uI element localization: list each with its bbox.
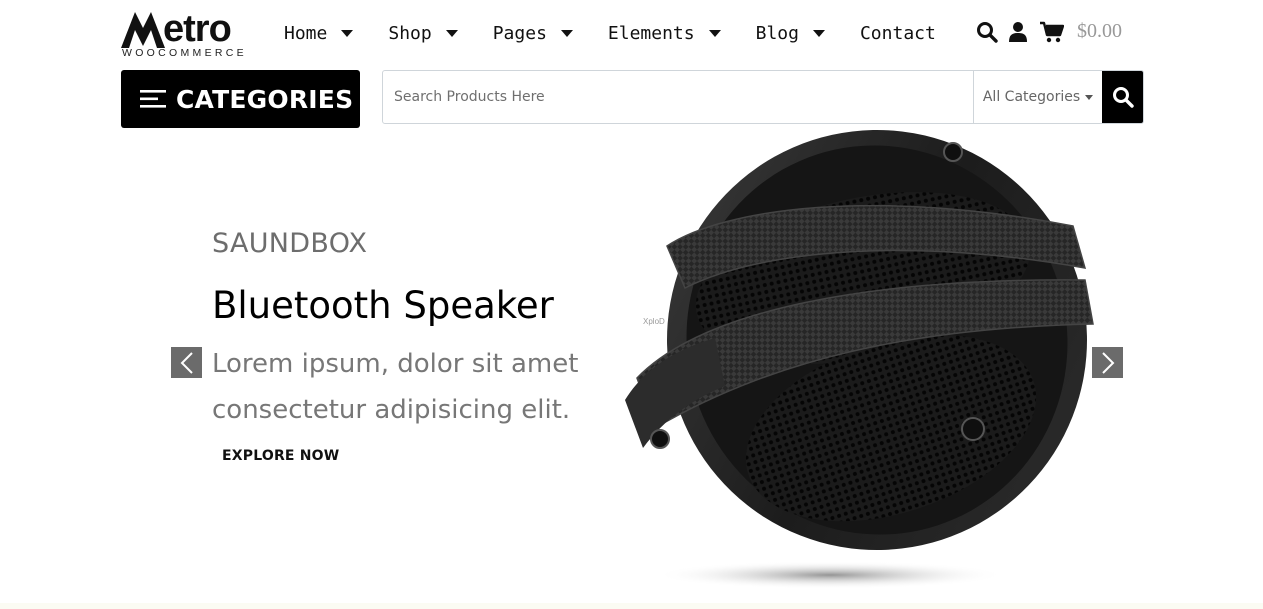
cart-icon[interactable]	[1040, 21, 1064, 43]
search-bar: All Categories	[382, 70, 1144, 124]
logo-text: etro	[163, 8, 232, 50]
slide-description: Lorem ipsum, dolor sit amet consectetur …	[212, 349, 579, 425]
speaker-brand-mark: XploD	[643, 317, 665, 326]
logo-wordmark: etro	[121, 6, 232, 50]
slider-prev-button[interactable]	[171, 347, 202, 378]
caret-down-icon	[708, 29, 721, 37]
caret-down-icon	[445, 29, 458, 37]
nav-item-label: Pages	[492, 22, 547, 44]
nav-item-label: Home	[284, 22, 328, 44]
nav-item-label: Shop	[388, 22, 432, 44]
slide-subtitle: SAUNDBOX	[212, 228, 368, 259]
nav-item-label: Blog	[755, 22, 799, 44]
nav-item-label: Contact	[859, 22, 936, 44]
search-icon	[1112, 87, 1134, 108]
category-select[interactable]: All Categories	[973, 71, 1102, 123]
category-select-label: All Categories	[982, 89, 1081, 105]
categories-button[interactable]: CATEGORIES	[121, 70, 360, 128]
nav-item-home[interactable]: Home	[284, 19, 354, 47]
nav-item-contact[interactable]: Contact	[860, 19, 936, 47]
page-bottom-strip	[0, 603, 1263, 609]
hamburger-icon	[140, 90, 166, 108]
cart-total[interactable]: $0.00	[1077, 20, 1122, 43]
caret-down-icon	[1085, 94, 1094, 100]
nav-item-shop[interactable]: Shop	[388, 19, 458, 47]
nav-item-label: Elements	[607, 22, 695, 44]
header-icons: $0.00	[976, 20, 1122, 43]
nav-item-blog[interactable]: Blog	[756, 19, 825, 47]
search-input[interactable]	[383, 71, 973, 123]
speaker-image: XploD	[625, 130, 1094, 589]
user-icon[interactable]	[1008, 21, 1028, 43]
caret-down-icon	[812, 29, 825, 37]
slide-title: Bluetooth Speaker	[212, 284, 554, 327]
search-button[interactable]	[1102, 71, 1143, 123]
search-icon[interactable]	[976, 21, 998, 43]
logo-m-mark	[121, 12, 165, 48]
caret-down-icon	[341, 29, 354, 37]
main-nav: Home Shop Pages Elements Blog Contact	[284, 19, 936, 47]
logo-tagline: WOOCOMMERCE	[122, 47, 247, 59]
chevron-left-icon	[180, 351, 193, 374]
nav-item-elements[interactable]: Elements	[608, 19, 721, 47]
logo[interactable]: etro WOOCOMMERCE	[121, 6, 261, 62]
nav-item-pages[interactable]: Pages	[493, 19, 573, 47]
categories-label: CATEGORIES	[176, 84, 354, 114]
caret-down-icon	[560, 29, 573, 37]
explore-now-link[interactable]: EXPLORE NOW	[222, 448, 339, 464]
